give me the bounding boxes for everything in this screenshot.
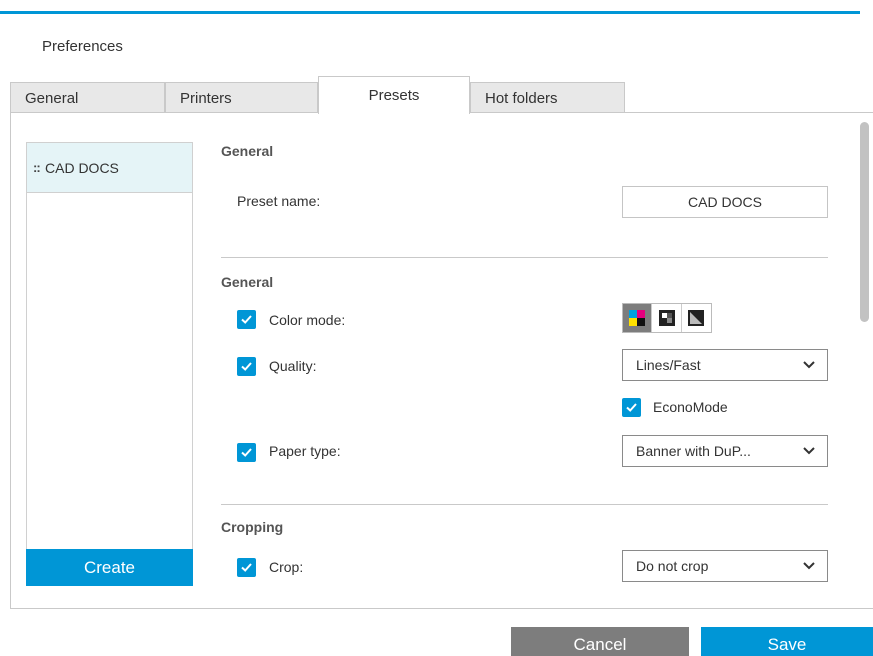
- preset-item-label: CAD DOCS: [45, 159, 119, 176]
- paper-type-checkbox[interactable]: [237, 443, 256, 462]
- section-divider: [221, 257, 828, 258]
- checkmark-icon: [626, 403, 637, 412]
- grayscale-icon: [658, 310, 675, 326]
- quality-label: Quality:: [269, 358, 317, 374]
- econo-mode-checkbox[interactable]: [622, 398, 641, 417]
- tab-printers[interactable]: Printers: [165, 82, 318, 113]
- checkmark-icon: [241, 362, 252, 371]
- color-icon: [629, 310, 646, 326]
- bw-icon: [688, 310, 705, 326]
- presets-panel: :: CAD DOCS Create General Preset name: …: [10, 112, 873, 609]
- crop-label: Crop:: [269, 559, 304, 575]
- crop-select[interactable]: Do not crop: [622, 550, 828, 582]
- color-mode-checkbox[interactable]: [237, 310, 256, 329]
- paper-type-label: Paper type:: [269, 443, 341, 459]
- section-title-cropping: Cropping: [221, 519, 284, 535]
- preset-name-input[interactable]: [622, 186, 828, 218]
- quality-checkbox[interactable]: [237, 357, 256, 376]
- cancel-button[interactable]: Cancel: [511, 627, 689, 656]
- paper-type-select-value: Banner with DuP...: [636, 443, 751, 459]
- preset-list: :: CAD DOCS Create: [26, 142, 193, 586]
- color-mode-bw-button[interactable]: [681, 304, 711, 332]
- checkmark-icon: [241, 448, 252, 457]
- create-button[interactable]: Create: [26, 549, 193, 586]
- section-title-general: General: [221, 143, 274, 159]
- tab-presets[interactable]: Presets: [318, 76, 470, 114]
- chevron-down-icon: [803, 447, 815, 455]
- preset-name-label: Preset name:: [237, 193, 321, 209]
- paper-type-select[interactable]: Banner with DuP...: [622, 435, 828, 467]
- section-title-general-settings: General: [221, 274, 274, 290]
- section-divider: [221, 504, 828, 505]
- dialog-title: Preferences: [42, 38, 123, 55]
- color-mode-label: Color mode:: [269, 312, 346, 328]
- preset-item-cad-docs[interactable]: :: CAD DOCS: [27, 143, 192, 193]
- top-accent-bar: [0, 11, 860, 14]
- crop-checkbox[interactable]: [237, 558, 256, 577]
- color-mode-grayscale-button[interactable]: [652, 304, 682, 332]
- chevron-down-icon: [803, 361, 815, 369]
- econo-mode-label: EconoMode: [653, 399, 728, 415]
- scrollbar-thumb[interactable]: [860, 122, 869, 322]
- color-mode-selector: [622, 303, 712, 333]
- tab-general[interactable]: General: [10, 82, 165, 113]
- tab-hot-folders[interactable]: Hot folders: [470, 82, 625, 113]
- drag-handle-icon[interactable]: ::: [33, 160, 43, 175]
- quality-select[interactable]: Lines/Fast: [622, 349, 828, 381]
- quality-select-value: Lines/Fast: [636, 357, 701, 373]
- crop-select-value: Do not crop: [636, 558, 709, 574]
- vertical-scrollbar[interactable]: [857, 113, 873, 608]
- chevron-down-icon: [803, 562, 815, 570]
- color-mode-color-button[interactable]: [623, 304, 653, 332]
- save-button[interactable]: Save: [701, 627, 873, 656]
- checkmark-icon: [241, 315, 252, 324]
- checkmark-icon: [241, 563, 252, 572]
